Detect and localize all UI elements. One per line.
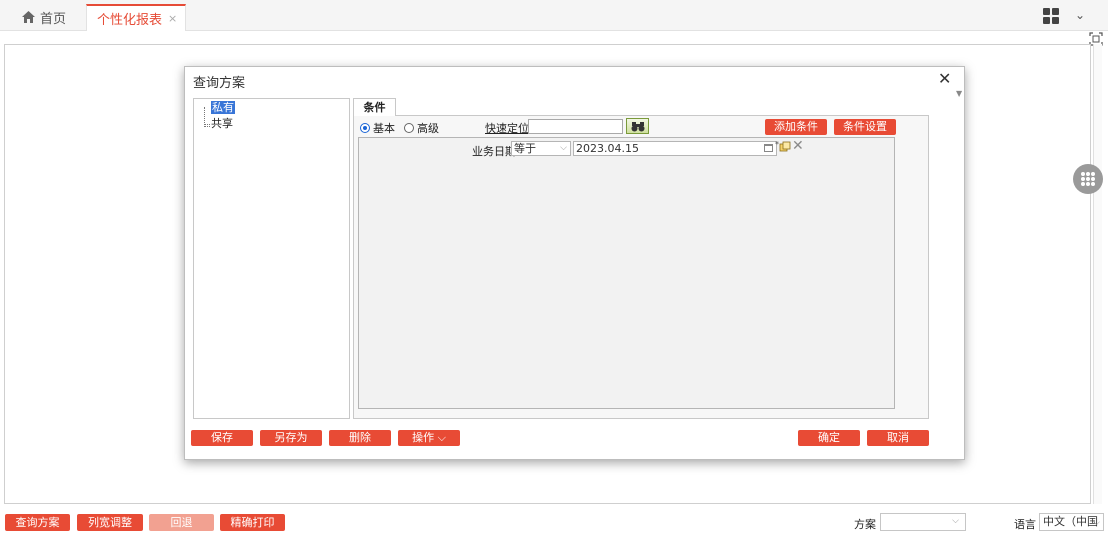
condition-operator-select[interactable]: 等于 ⌵	[511, 141, 571, 156]
chevron-down-icon[interactable]: ⌄	[1075, 8, 1085, 22]
tab-conditions[interactable]: 条件	[353, 98, 396, 116]
condition-value-text: 2023.04.15	[576, 142, 639, 155]
tree-item-private[interactable]: 私有	[211, 101, 235, 114]
condition-value-input[interactable]: 2023.04.15	[573, 141, 777, 156]
query-scheme-dialog: 查询方案 ✕ ▼ 私有 共享 条件 基本 高级 快速定位 添加条件 条件设置 业…	[184, 66, 965, 460]
scheme-tree: 私有 共享	[193, 98, 350, 419]
top-tab-bar: 首页 个性化报表 × ⌄	[0, 0, 1108, 31]
operations-button-label: 操作	[412, 431, 435, 444]
tree-connector	[204, 123, 210, 127]
language-select[interactable]: 中文（中国 ⌵	[1039, 513, 1104, 531]
radio-basic-label: 基本	[373, 122, 395, 135]
calendar-icon[interactable]	[764, 144, 773, 152]
mode-radio-group: 基本 高级	[360, 120, 439, 136]
chevron-down-icon: ⌵	[437, 431, 446, 444]
tab-home[interactable]: 首页	[22, 6, 66, 28]
grid-icon[interactable]	[1043, 8, 1059, 24]
language-label: 语言	[1014, 518, 1036, 531]
condition-operator-value: 等于	[514, 142, 536, 155]
bottom-toolbar: 查询方案 列宽调整 回退 精确打印 方案 ⌵ 语言 中文（中国 ⌵	[0, 510, 1108, 539]
chevron-down-icon: ⌵	[1093, 518, 1100, 528]
condition-list: 业务日期 等于 ⌵ 2023.04.15 * ✕	[358, 137, 895, 409]
dots-menu-icon[interactable]	[1073, 164, 1103, 194]
copy-condition-icon[interactable]	[779, 141, 791, 153]
chevron-down-icon: ⌵	[560, 143, 567, 153]
cancel-button[interactable]: 取消	[867, 430, 929, 446]
delete-button[interactable]: 删除	[329, 430, 391, 446]
condition-field-label: 业务日期	[472, 145, 516, 158]
precise-print-button[interactable]: 精确打印	[220, 514, 285, 531]
binoculars-icon[interactable]	[626, 118, 649, 134]
scheme-select[interactable]: ⌵	[880, 513, 966, 531]
column-width-button[interactable]: 列宽调整	[77, 514, 143, 531]
tab-home-label: 首页	[40, 11, 67, 27]
radio-advanced[interactable]	[404, 123, 414, 133]
quick-locate-label[interactable]: 快速定位	[485, 120, 529, 136]
tab-report-label: 个性化报表	[97, 13, 163, 28]
add-condition-button[interactable]: 添加条件	[765, 119, 827, 135]
save-as-button[interactable]: 另存为	[260, 430, 322, 446]
language-select-value: 中文（中国	[1043, 515, 1098, 528]
save-button[interactable]: 保存	[191, 430, 253, 446]
chevron-down-icon: ⌵	[952, 516, 959, 526]
scheme-label: 方案	[854, 518, 876, 531]
back-button[interactable]: 回退	[149, 514, 214, 531]
vertical-scrollbar[interactable]	[1093, 44, 1102, 504]
dialog-title: 查询方案	[193, 76, 246, 91]
collapse-caret-icon[interactable]: ▼	[956, 89, 962, 98]
radio-basic[interactable]	[360, 123, 370, 133]
radio-advanced-label: 高级	[417, 122, 439, 135]
tree-item-shared[interactable]: 共享	[211, 117, 233, 130]
close-icon[interactable]: ✕	[938, 69, 951, 88]
query-scheme-button[interactable]: 查询方案	[5, 514, 70, 531]
condition-settings-button[interactable]: 条件设置	[834, 119, 896, 135]
home-icon	[22, 11, 35, 23]
quick-locate-input[interactable]	[528, 119, 623, 134]
ok-button[interactable]: 确定	[798, 430, 860, 446]
tab-personalized-report[interactable]: 个性化报表 ×	[86, 4, 187, 31]
operations-button[interactable]: 操作 ⌵	[398, 430, 460, 446]
conditions-panel: 基本 高级 快速定位 添加条件 条件设置 业务日期 等于 ⌵ 2023.04.1…	[353, 115, 929, 419]
tab-close-icon[interactable]: ×	[168, 12, 177, 25]
delete-condition-icon[interactable]: ✕	[792, 139, 804, 153]
